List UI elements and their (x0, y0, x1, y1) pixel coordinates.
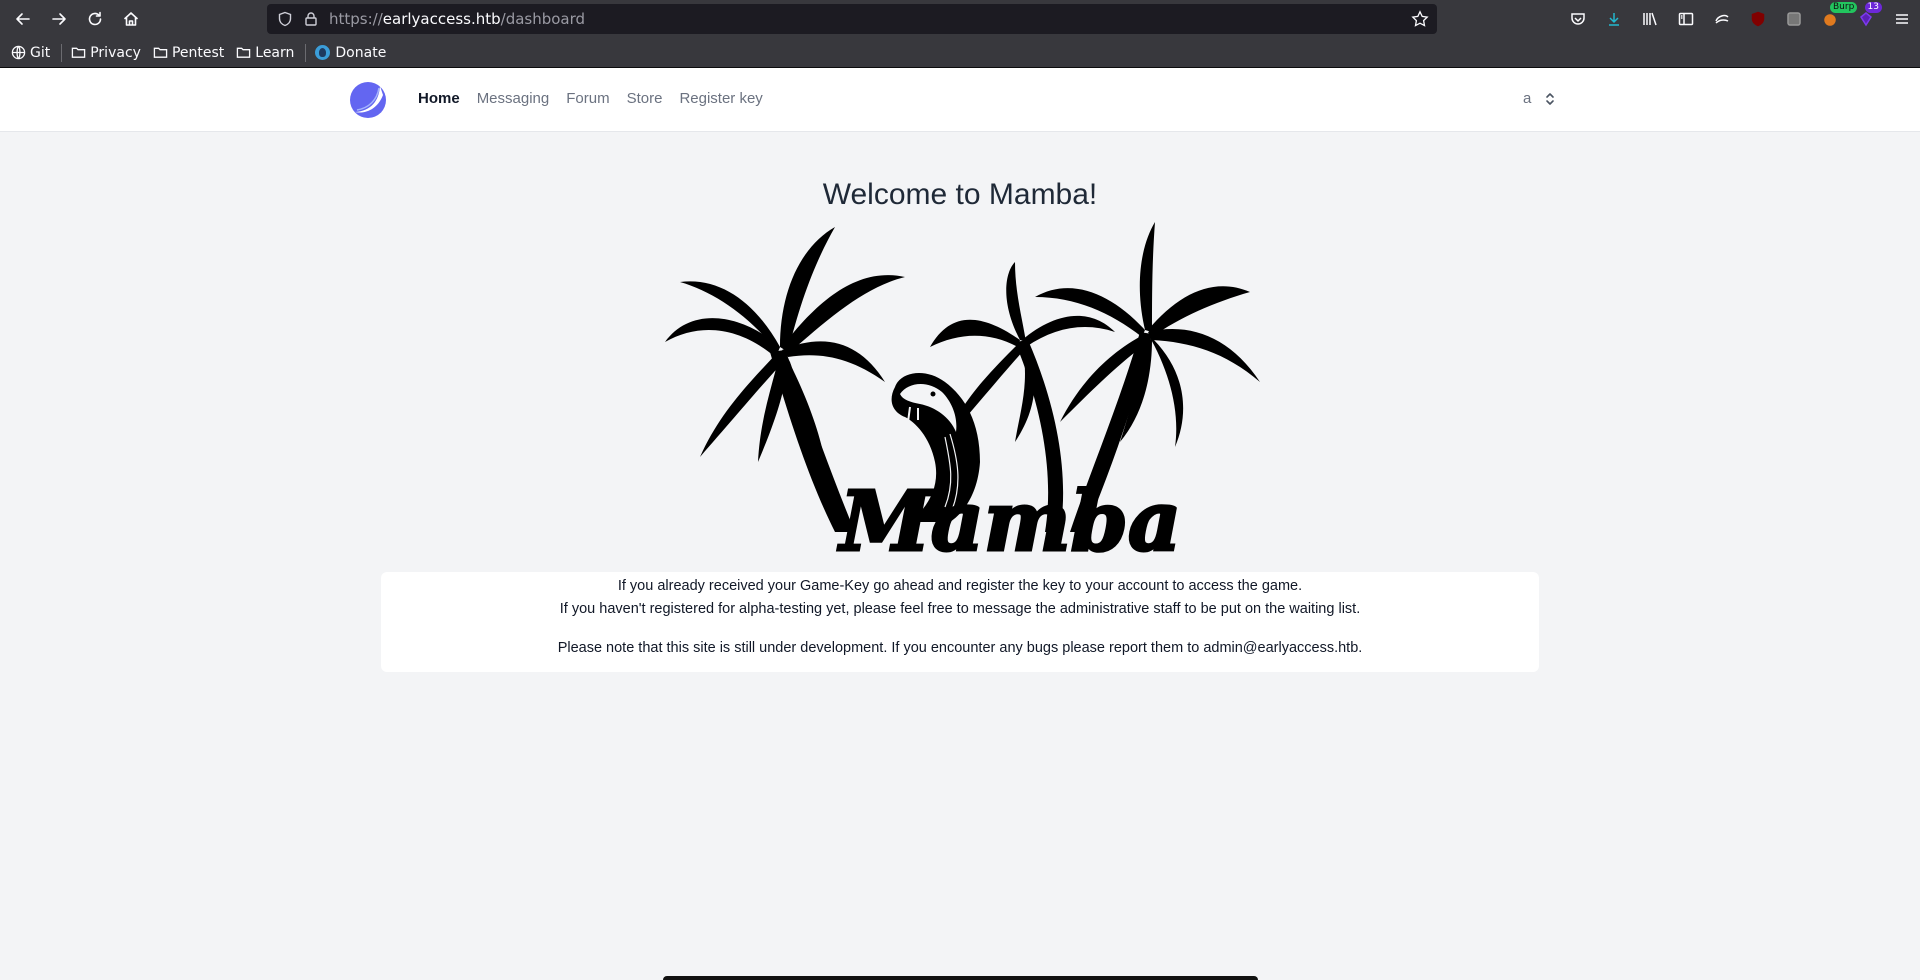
nav-store[interactable]: Store (627, 90, 663, 107)
bookmark-label: Donate (335, 44, 387, 61)
mamba-hero-image: Mamba (665, 222, 1260, 556)
bookmark-star-icon[interactable] (1411, 10, 1429, 28)
library-button[interactable] (1632, 0, 1668, 38)
info-card: If you already received your Game-Key go… (381, 572, 1539, 672)
username: a (1523, 90, 1532, 107)
user-menu[interactable]: a (1523, 90, 1555, 107)
reload-icon (88, 11, 102, 26)
bookmark-label: Privacy (90, 44, 141, 61)
s-extension-icon (1787, 12, 1801, 26)
extension-notifications-button[interactable]: 13 (1848, 0, 1884, 38)
pocket-icon (1571, 13, 1585, 25)
bookmark-folder-privacy[interactable]: Privacy (66, 41, 146, 65)
address-bar[interactable]: https://earlyaccess.htb/dashboard (267, 4, 1437, 34)
app-menu-button[interactable] (1884, 0, 1920, 38)
globe-icon (11, 45, 26, 60)
bottom-panel-edge (663, 976, 1258, 980)
mamba-wordmark: Mamba (837, 474, 1181, 556)
extensions-area: Burp 13 (1560, 0, 1920, 38)
pocket-button[interactable] (1560, 0, 1596, 38)
ublock-icon (1751, 11, 1765, 27)
folder-icon (237, 47, 251, 58)
bookmarks-toolbar: Git Privacy Pentest Learn Donate (0, 38, 1920, 68)
bookmark-folder-pentest[interactable]: Pentest (148, 41, 229, 65)
extension-cookie-button[interactable] (1704, 0, 1740, 38)
browser-toolbar: https://earlyaccess.htb/dashboard Burp 1… (0, 0, 1920, 38)
bookmark-donate[interactable]: Donate (310, 41, 391, 65)
download-icon (1609, 13, 1619, 26)
cookie-icon (1715, 14, 1729, 24)
nav-forum[interactable]: Forum (566, 90, 609, 107)
bookmark-label: Learn (255, 44, 295, 61)
downloads-button[interactable] (1596, 0, 1632, 38)
info-line-game-key: If you already received your Game-Key go… (617, 578, 1303, 594)
url-scheme: https:// (329, 10, 383, 28)
bookmark-git[interactable]: Git (6, 41, 55, 65)
site-logo-icon[interactable] (349, 81, 387, 119)
sidebar-button[interactable] (1668, 0, 1704, 38)
notification-count-badge: 13 (1864, 2, 1882, 13)
forward-button[interactable] (41, 1, 77, 37)
bookmark-separator (61, 43, 63, 62)
hamburger-menu-icon (1896, 14, 1908, 24)
info-line-waiting-list: If you haven't registered for alpha-test… (559, 601, 1361, 617)
sidebar-icon (1678, 12, 1694, 26)
folder-icon (153, 47, 168, 58)
home-button[interactable] (113, 1, 149, 37)
foxyproxy-icon (1824, 14, 1836, 26)
reload-button[interactable] (77, 1, 113, 37)
folder-icon (71, 47, 86, 58)
welcome-heading: Welcome to Mamba! (822, 178, 1098, 211)
bookmark-label: Pentest (171, 44, 225, 61)
home-icon (124, 12, 138, 26)
selector-chevrons-icon (1546, 92, 1555, 105)
lock-icon[interactable] (303, 11, 319, 27)
burp-proxy-button[interactable]: Burp (1812, 0, 1858, 38)
nav-messaging[interactable]: Messaging (477, 90, 550, 107)
main-nav: Home Messaging Forum Store Register key (418, 90, 763, 107)
extension-s-button[interactable] (1776, 0, 1812, 38)
site-navbar: Home Messaging Forum Store Register key … (0, 68, 1920, 132)
url-text[interactable]: https://earlyaccess.htb/dashboard (329, 10, 585, 28)
back-button[interactable] (5, 1, 41, 37)
nav-register-key[interactable]: Register key (679, 90, 762, 107)
library-icon (1643, 12, 1657, 26)
arrow-left-icon (16, 13, 30, 25)
bookmark-folder-learn[interactable]: Learn (231, 41, 299, 65)
donate-icon (315, 45, 331, 60)
shield-icon[interactable] (277, 11, 293, 27)
bookmark-separator (305, 43, 307, 62)
url-path: /dashboard (500, 10, 586, 28)
url-host: earlyaccess.htb (382, 10, 501, 28)
info-note-development: Please note that this site is still unde… (557, 640, 1363, 656)
gem-icon (1860, 12, 1872, 27)
arrow-right-icon (52, 13, 66, 25)
nav-home[interactable]: Home (418, 90, 460, 107)
bookmark-label: Git (30, 44, 51, 61)
ublock-button[interactable] (1740, 0, 1776, 38)
